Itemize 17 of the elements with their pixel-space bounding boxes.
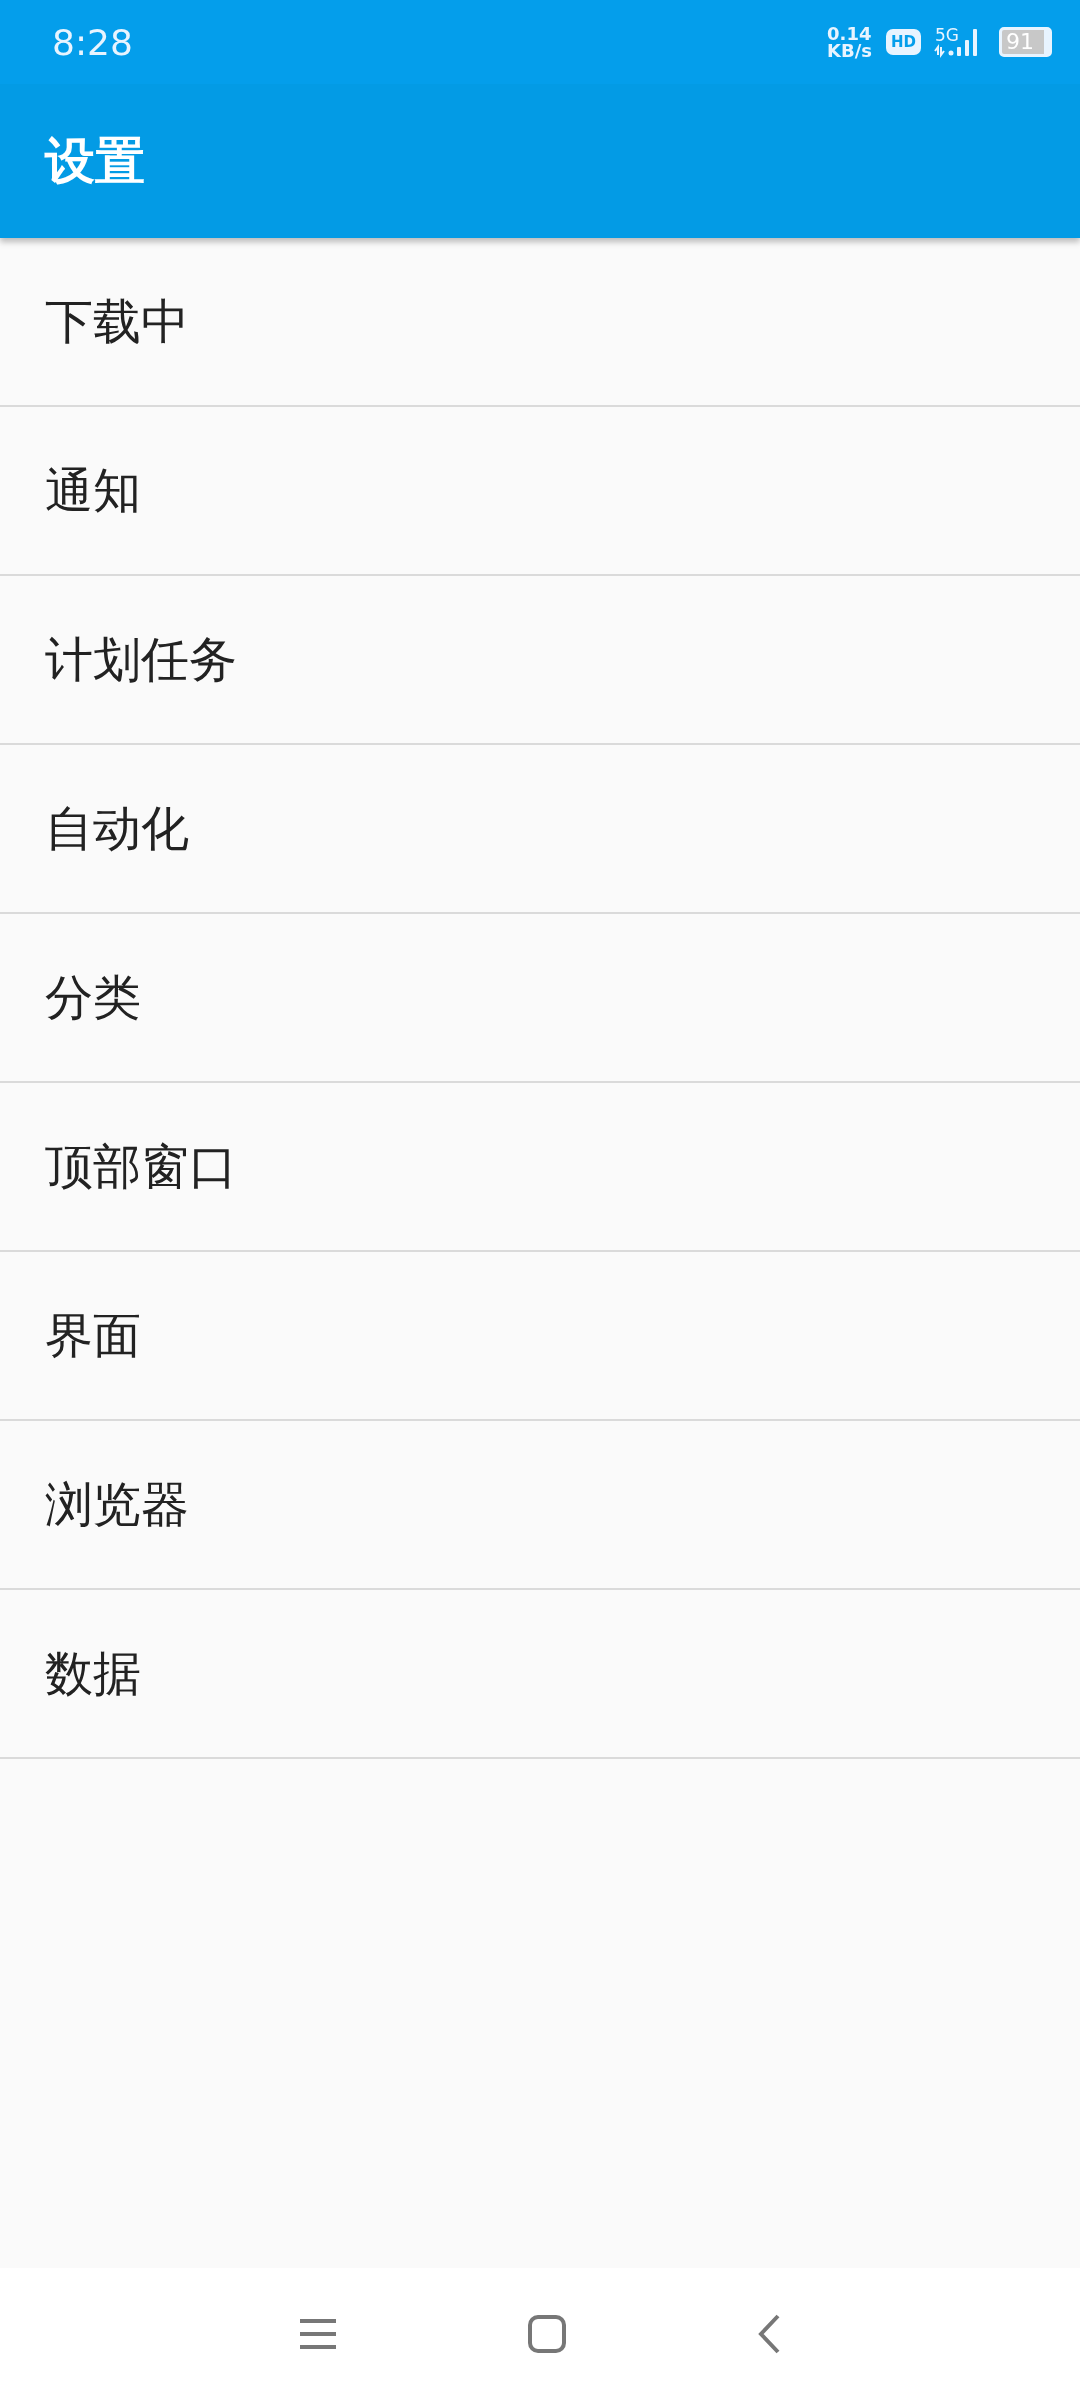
page-title: 设置 <box>45 130 145 192</box>
settings-item[interactable]: 通知 <box>0 407 1080 576</box>
settings-item[interactable]: 顶部窗口 <box>0 1083 1080 1252</box>
network-type: 5G <box>935 25 959 45</box>
home-icon[interactable] <box>528 2315 566 2353</box>
settings-item[interactable]: 界面 <box>0 1252 1080 1421</box>
settings-item[interactable]: 下载中 <box>0 238 1080 407</box>
settings-item[interactable]: 分类 <box>0 914 1080 1083</box>
hd-badge: HD <box>886 29 921 55</box>
status-time: 8:28 <box>52 21 133 63</box>
settings-item[interactable]: 自动化 <box>0 745 1080 914</box>
settings-item[interactable]: 计划任务 <box>0 576 1080 745</box>
settings-item[interactable]: 数据 <box>0 1590 1080 1759</box>
network-speed: 0.14 KB/s <box>827 25 872 59</box>
menu-icon[interactable] <box>298 2317 338 2351</box>
settings-item[interactable]: 浏览器 <box>0 1421 1080 1590</box>
back-icon[interactable] <box>756 2313 782 2355</box>
